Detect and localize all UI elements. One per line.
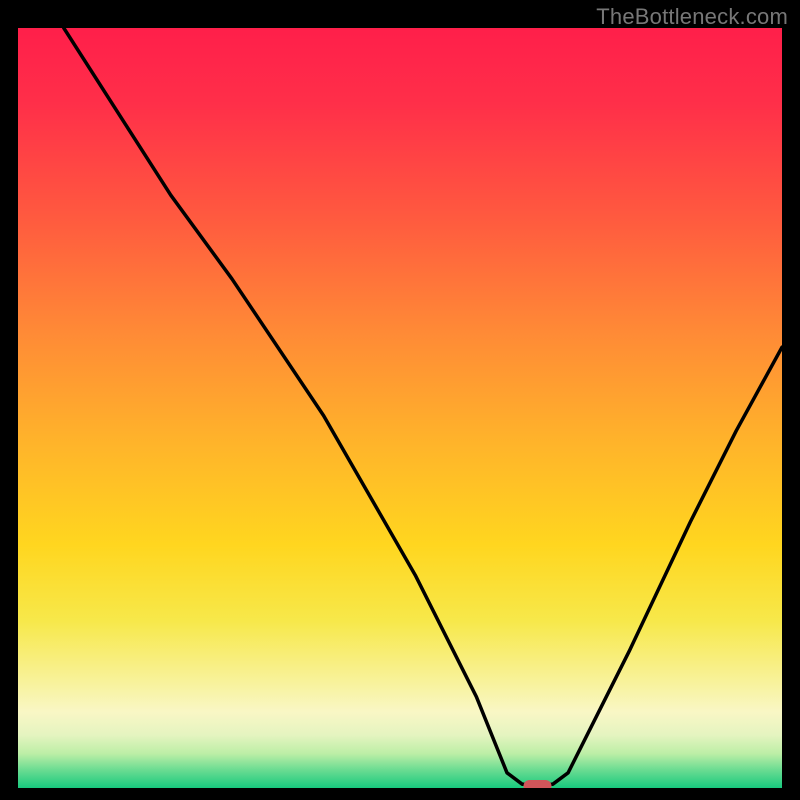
watermark-text: TheBottleneck.com [596,4,788,30]
optimal-marker [524,780,552,788]
plot-area [18,28,782,788]
bottleneck-chart [18,28,782,788]
chart-container: TheBottleneck.com [0,0,800,800]
